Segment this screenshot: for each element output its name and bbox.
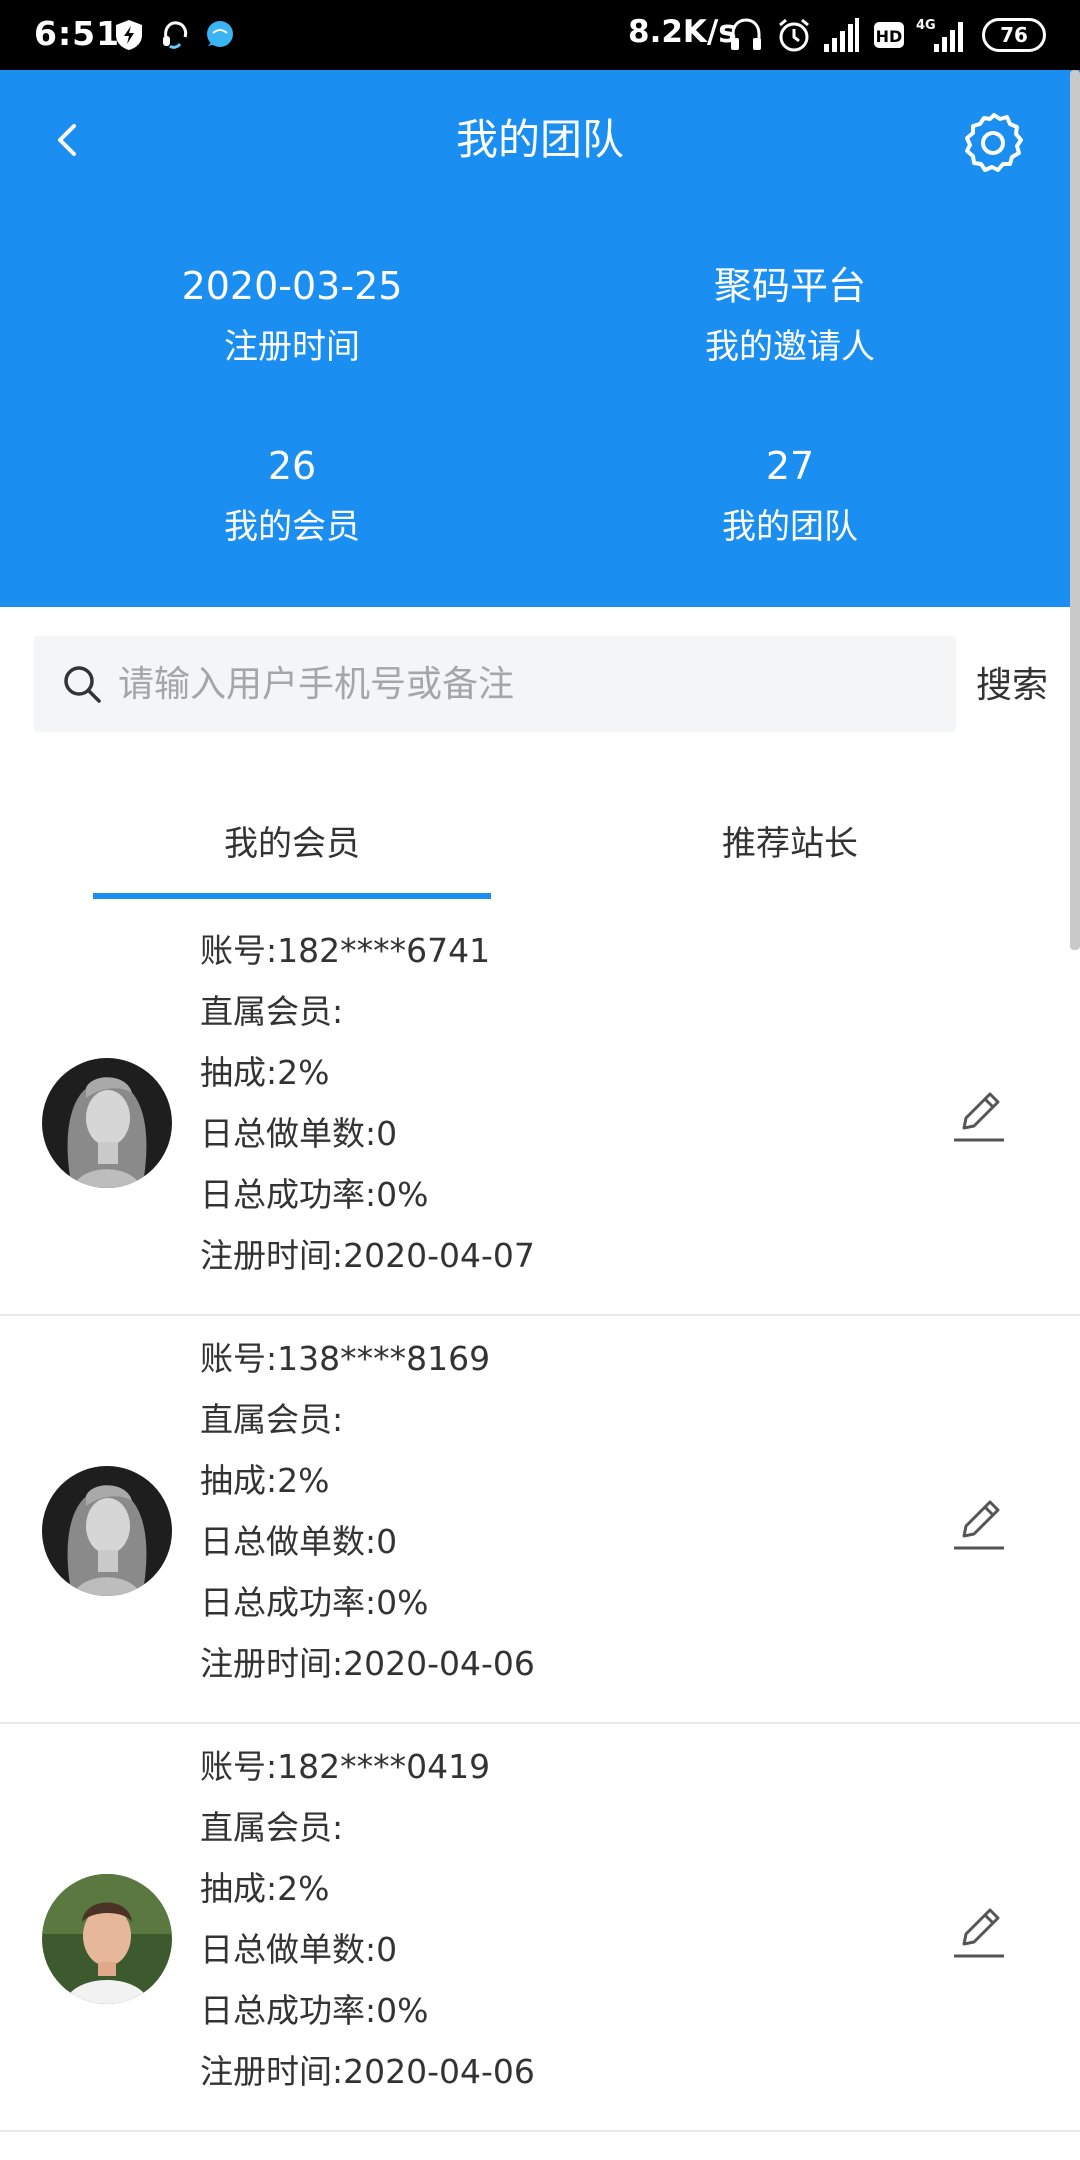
svg-text:4G: 4G bbox=[916, 18, 936, 33]
headset-app-icon bbox=[163, 21, 188, 49]
member-list-item[interactable]: 账号:182****0419 直属会员: 抽成:2% 日总做单数:0 日总成功率… bbox=[0, 1724, 1080, 2132]
alarm-icon bbox=[779, 18, 809, 52]
stat-label: 我的会员 bbox=[224, 507, 360, 547]
stat-my-members: 26 我的会员 bbox=[42, 442, 542, 550]
avatar bbox=[42, 1058, 172, 1188]
hd-icon: HD bbox=[874, 22, 904, 48]
avatar bbox=[42, 1874, 172, 2004]
search-box bbox=[34, 636, 956, 732]
member-daily-orders: 日总做单数:0 bbox=[200, 1930, 398, 1969]
settings-button[interactable] bbox=[958, 108, 1028, 178]
scrollbar[interactable] bbox=[1070, 70, 1080, 950]
member-daily-success: 日总成功率:0% bbox=[200, 1583, 429, 1622]
shield-bolt-icon bbox=[116, 20, 142, 50]
member-direct: 直属会员: bbox=[200, 992, 344, 1031]
member-account: 账号:182****6741 bbox=[200, 931, 491, 970]
member-daily-success: 日总成功率:0% bbox=[200, 1991, 429, 2030]
member-direct: 直属会员: bbox=[200, 1808, 344, 1847]
stat-label: 注册时间 bbox=[224, 327, 360, 367]
status-bar: 6:51 8.2K/s HD 4G 76 bbox=[0, 0, 1080, 70]
chat-bubble-app-icon bbox=[207, 21, 233, 47]
stat-register-time: 2020-03-25 注册时间 bbox=[42, 262, 542, 370]
signal-icon bbox=[824, 18, 859, 52]
member-register-time: 注册时间:2020-04-07 bbox=[200, 1236, 535, 1275]
battery-indicator: 76 bbox=[982, 18, 1046, 52]
stat-label: 我的团队 bbox=[722, 507, 858, 547]
stat-label: 我的邀请人 bbox=[705, 327, 875, 367]
stat-value: 2020-03-25 bbox=[181, 264, 403, 308]
team-header: 我的团队 2020-03-25 注册时间 聚码平台 我的邀请人 26 我的会员 … bbox=[0, 70, 1080, 607]
member-info: 账号:138****8169 直属会员: 抽成:2% 日总做单数:0 日总成功率… bbox=[200, 1328, 535, 1694]
avatar bbox=[42, 1466, 172, 1596]
page-title: 我的团队 bbox=[455, 115, 624, 164]
member-commission: 抽成:2% bbox=[200, 1869, 330, 1908]
stat-value: 26 bbox=[267, 444, 317, 488]
member-info: 账号:182****6741 直属会员: 抽成:2% 日总做单数:0 日总成功率… bbox=[200, 920, 535, 1286]
svg-text:HD: HD bbox=[876, 27, 903, 46]
4g-signal-icon: 4G bbox=[916, 18, 963, 52]
member-daily-success: 日总成功率:0% bbox=[200, 1175, 429, 1214]
member-direct: 直属会员: bbox=[200, 1400, 344, 1439]
member-commission: 抽成:2% bbox=[200, 1461, 330, 1500]
member-register-time: 注册时间:2020-04-06 bbox=[200, 2052, 535, 2091]
stat-inviter: 聚码平台 我的邀请人 bbox=[540, 262, 1040, 370]
active-tab-indicator bbox=[93, 893, 491, 899]
headphones-icon bbox=[731, 18, 761, 50]
tab-recommended-stationmaster[interactable]: 推荐站长 bbox=[540, 816, 1040, 865]
edit-icon[interactable] bbox=[950, 1904, 1008, 1962]
member-account: 账号:138****8169 bbox=[200, 1339, 491, 1378]
stat-my-team: 27 我的团队 bbox=[540, 442, 1040, 550]
member-info: 账号:182****0419 直属会员: 抽成:2% 日总做单数:0 日总成功率… bbox=[200, 1736, 535, 2102]
member-list-item[interactable]: 账号:138****8169 直属会员: 抽成:2% 日总做单数:0 日总成功率… bbox=[0, 1316, 1080, 1724]
search-icon bbox=[64, 666, 101, 703]
search-input[interactable] bbox=[118, 636, 938, 732]
member-register-time: 注册时间:2020-04-06 bbox=[200, 1644, 535, 1683]
edit-icon[interactable] bbox=[950, 1496, 1008, 1554]
member-daily-orders: 日总做单数:0 bbox=[200, 1522, 398, 1561]
search-button[interactable]: 搜索 bbox=[976, 656, 1048, 708]
member-list-item[interactable]: 账号:182****6741 直属会员: 抽成:2% 日总做单数:0 日总成功率… bbox=[0, 908, 1080, 1316]
stat-value: 27 bbox=[765, 444, 815, 488]
edit-icon[interactable] bbox=[950, 1088, 1008, 1146]
tab-my-members[interactable]: 我的会员 bbox=[42, 816, 542, 865]
status-time: 6:51 bbox=[34, 14, 121, 53]
stat-value: 聚码平台 bbox=[713, 264, 866, 308]
network-speed: 8.2K/s bbox=[628, 14, 737, 50]
member-account: 账号:182****0419 bbox=[200, 1747, 491, 1786]
member-daily-orders: 日总做单数:0 bbox=[200, 1114, 398, 1153]
member-commission: 抽成:2% bbox=[200, 1053, 330, 1092]
